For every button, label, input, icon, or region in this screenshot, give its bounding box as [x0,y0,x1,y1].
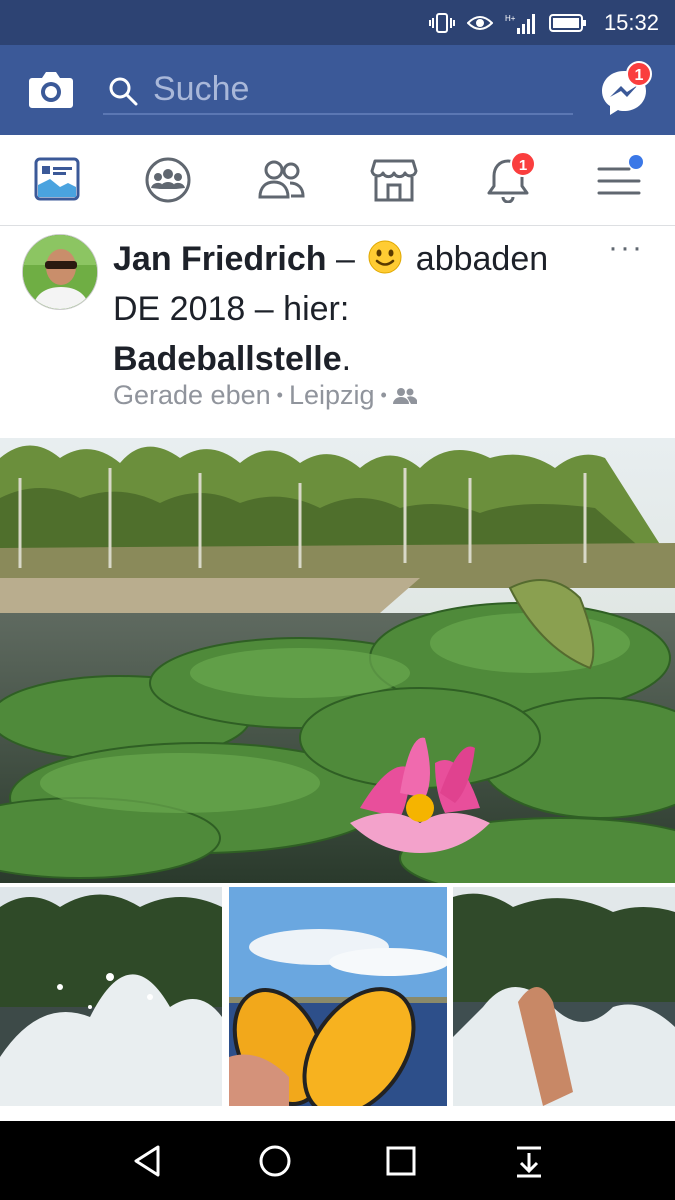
tab-friends[interactable] [257,157,307,205]
splash-photo-1 [0,887,222,1106]
signal-icon: H+ [505,14,535,34]
post-photo-thumb-2[interactable] [229,887,447,1106]
avatar[interactable] [22,234,98,310]
tab-menu[interactable] [597,155,647,205]
title-dash: – [335,240,355,278]
smiley-icon [368,240,402,274]
post-photo-thumb-1[interactable] [0,887,222,1106]
vibrate-icon [429,13,455,33]
meta-separator-2: • [380,385,387,405]
eye-icon [467,16,493,30]
friends-icon [258,160,305,199]
meta-separator: • [276,385,283,405]
post-location[interactable]: Leipzig [289,380,375,411]
status-icons: H+ [429,10,587,36]
news-feed-icon [34,157,80,201]
splash-photo-2 [453,887,675,1106]
more-options-button[interactable]: ··· [608,233,644,263]
search-icon [109,77,138,106]
search-input[interactable] [153,69,553,109]
messenger-badge: 1 [626,61,652,87]
battery-icon [549,14,586,32]
status-bar: H+ 15:32 [0,0,675,45]
tab-groups[interactable] [145,157,195,205]
post-header: Jan Friedrich – abbaden DE 2018 – hier: … [0,226,675,438]
clock: 15:32 [603,10,659,35]
top-header: 1 [0,45,675,135]
title-dash-2: – [254,290,274,328]
tab-notifications[interactable]: 1 [486,151,536,205]
tab-bar: 1 [0,135,675,226]
notifications-badge: 1 [510,151,536,177]
back-icon[interactable] [128,1141,168,1181]
sandals-photo [229,887,447,1106]
marketplace-icon [370,159,418,202]
messenger-button[interactable]: 1 [600,61,652,117]
title-period: . [341,340,352,378]
post-time[interactable]: Gerade eben [113,380,271,411]
avatar-photo [23,235,97,309]
post-meta: Gerade eben • Leipzig • [113,380,417,411]
system-nav-bar [0,1121,675,1200]
at-text: hier: [283,290,350,328]
post-title: Jan Friedrich – abbaden DE 2018 – hier: … [113,234,603,384]
home-icon[interactable] [255,1141,295,1181]
author-name[interactable]: Jan Friedrich [113,240,327,278]
friends-audience-icon[interactable] [392,386,417,406]
post-photo-thumb-3[interactable] [453,887,675,1106]
post-photo-main[interactable] [0,438,675,883]
svg-text:H+: H+ [505,14,516,23]
notification-pulldown-icon[interactable] [509,1141,549,1181]
place-link[interactable]: Badeballstelle [113,340,342,378]
tab-news-feed[interactable] [34,157,84,205]
water-lily-photo [0,438,675,883]
camera-icon[interactable] [28,69,74,109]
menu-new-dot [629,155,643,169]
recents-icon[interactable] [381,1141,421,1181]
groups-icon [145,157,191,203]
search-bar[interactable] [103,65,573,115]
tab-marketplace[interactable] [370,157,420,205]
